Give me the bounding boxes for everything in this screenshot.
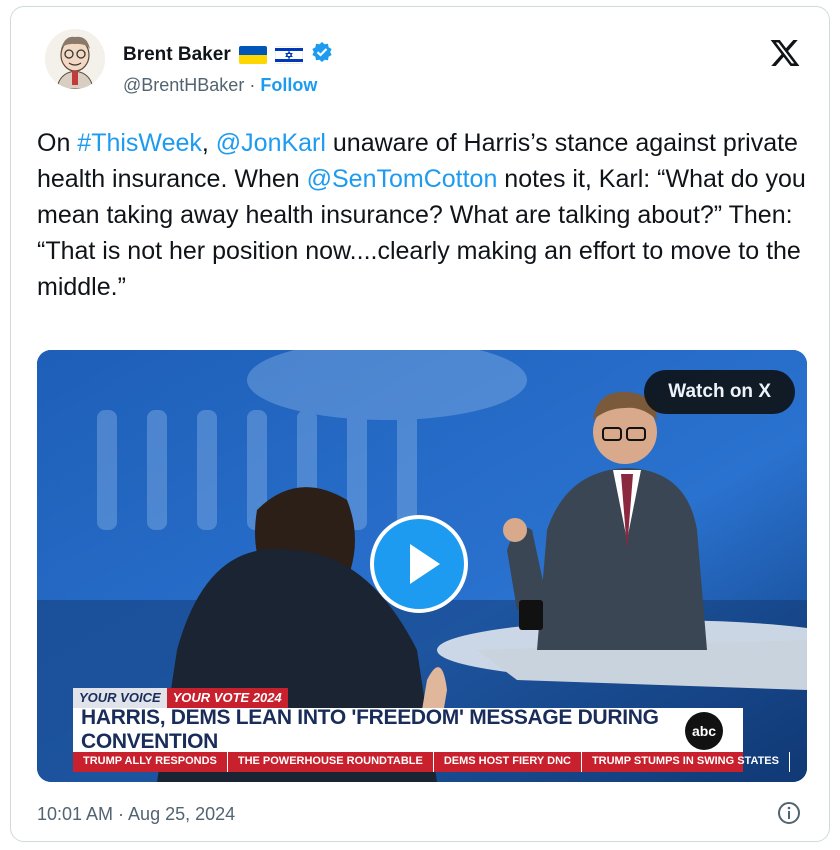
abc-logo-icon: abc <box>685 712 723 750</box>
lower-third-tag-right: YOUR VOTE 2024 <box>166 688 288 708</box>
x-logo-icon[interactable] <box>769 37 801 69</box>
ticker-item: TRUMP STUMPS IN SWING STATES <box>582 752 790 772</box>
mention-link[interactable]: @SenTomCotton <box>307 165 498 193</box>
caricature-avatar-icon <box>45 29 105 89</box>
author-handle[interactable]: @BrentHBaker <box>123 75 244 95</box>
lower-third-ticker: TRUMP ALLY RESPONDS THE POWERHOUSE ROUND… <box>73 752 790 772</box>
israel-flag-icon <box>274 45 303 64</box>
news-lower-third: YOUR VOICE YOUR VOTE 2024 HARRIS, DEMS L… <box>73 688 790 776</box>
avatar[interactable] <box>45 29 105 89</box>
tweet-embed-card: Brent Baker @BrentHBaker · Follow On #Th… <box>10 6 830 842</box>
info-icon[interactable] <box>777 801 801 825</box>
author-name[interactable]: Brent Baker <box>123 44 231 66</box>
follow-button[interactable]: Follow <box>260 75 317 95</box>
ticker-item: TRUMP ALLY RESPONDS <box>73 752 228 772</box>
lower-third-headline: HARRIS, DEMS LEAN INTO 'FREEDOM' MESSAGE… <box>81 706 659 753</box>
mention-link[interactable]: @JonKarl <box>216 129 326 157</box>
ticker-item: THE POWERHOUSE ROUNDTABLE <box>228 752 434 772</box>
lower-third-tag-left: YOUR VOICE <box>73 688 167 708</box>
tweet-text-segment: , <box>201 129 216 157</box>
author-name-row: Brent Baker <box>123 41 333 68</box>
handle-separator: · <box>249 75 256 95</box>
tweet-text-segment: On <box>37 129 78 157</box>
lower-third-headline-bar: HARRIS, DEMS LEAN INTO 'FREEDOM' MESSAGE… <box>73 706 743 753</box>
tweet-text: On #ThisWeek, @JonKarl unaware of Harris… <box>37 125 817 305</box>
author-handle-row: @BrentHBaker · Follow <box>123 75 317 96</box>
verified-badge-icon <box>311 41 333 68</box>
play-icon <box>410 544 440 584</box>
abc-logo-text: abc <box>691 723 717 739</box>
hashtag-link[interactable]: #ThisWeek <box>77 129 202 157</box>
watch-on-x-button[interactable]: Watch on X <box>644 370 795 414</box>
tweet-timestamp[interactable]: 10:01 AM · Aug 25, 2024 <box>37 804 235 825</box>
video-player[interactable]: Watch on X YOUR VOICE YOUR VOTE 2024 HAR… <box>37 350 807 782</box>
ukraine-flag-icon <box>238 45 267 64</box>
lower-third-tag: YOUR VOICE YOUR VOTE 2024 <box>73 688 288 708</box>
ticker-item: DEMS HOST FIERY DNC <box>434 752 582 772</box>
play-button[interactable] <box>370 515 468 613</box>
